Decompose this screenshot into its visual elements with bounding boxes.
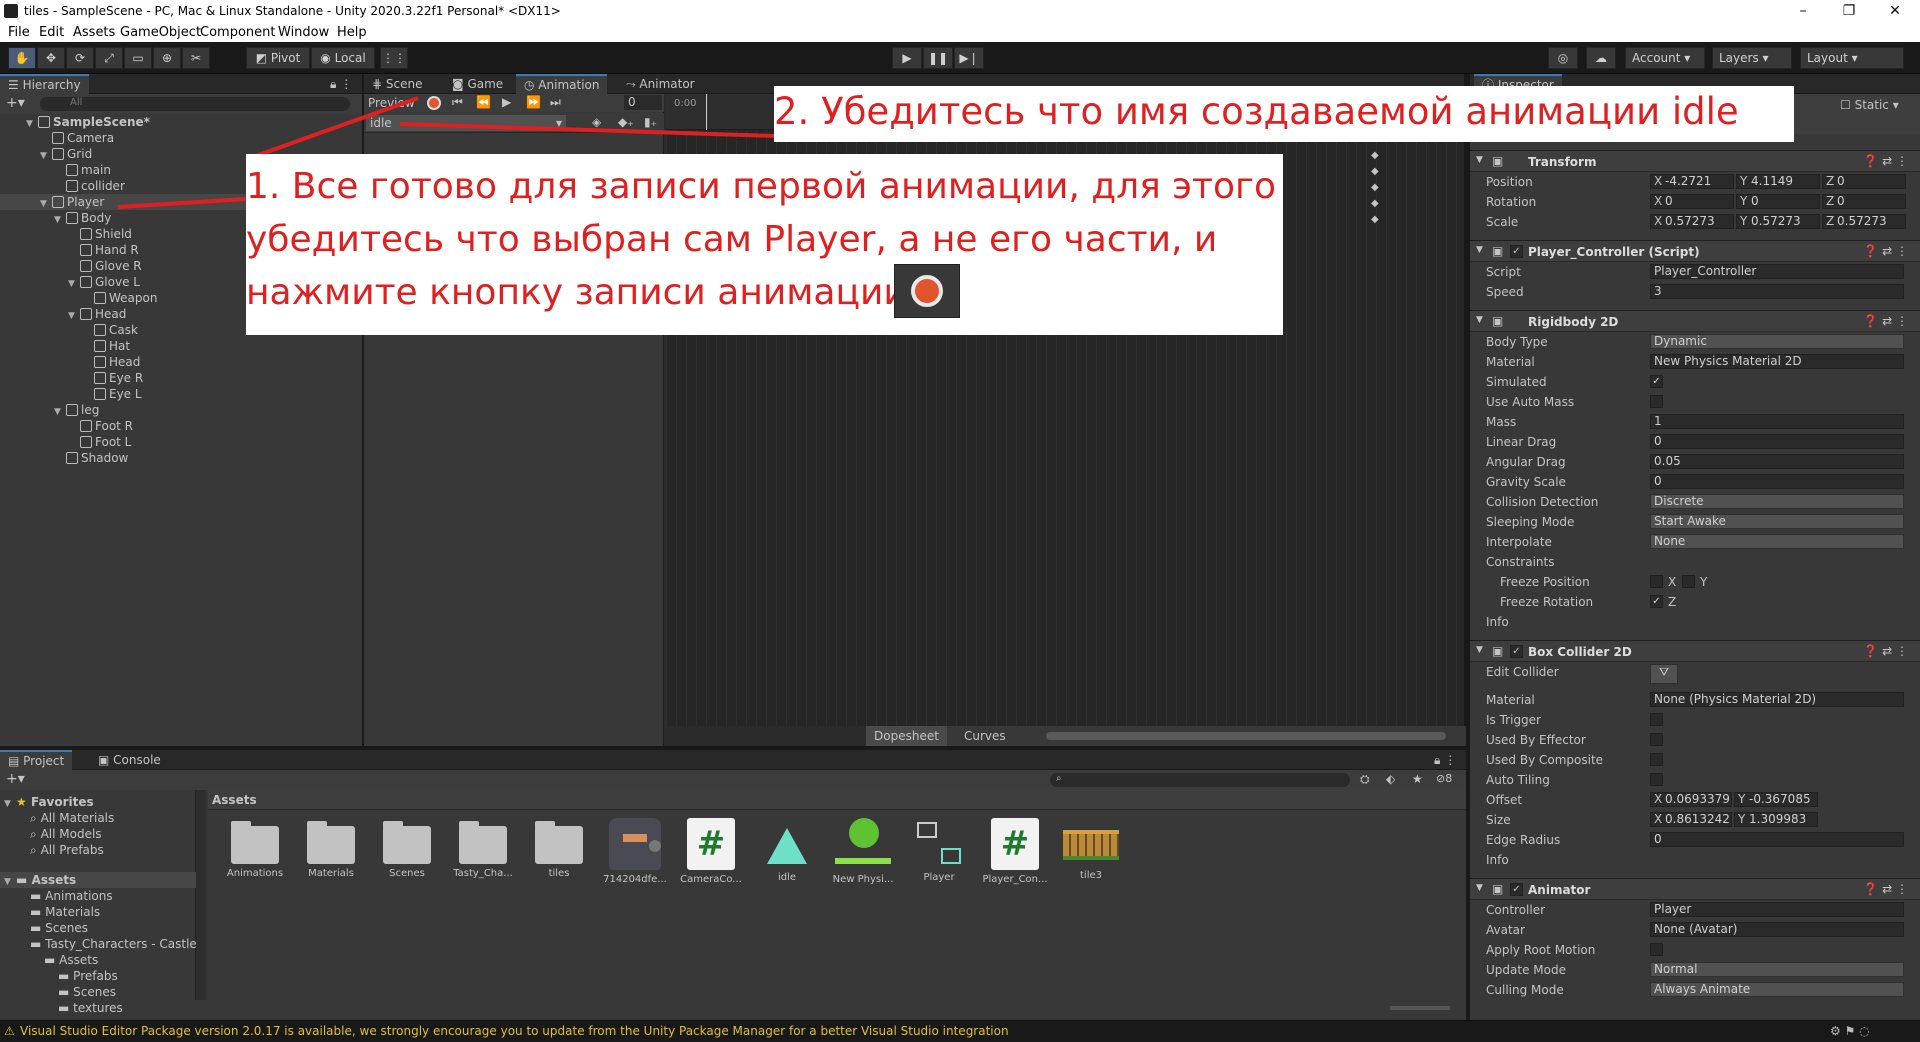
note1-line-3: нажмите кнопку записи анимации. [246, 272, 919, 313]
note1-text: 1. Все готово для записи первой анимации… [246, 160, 1276, 319]
note1-line-1: 1. Все готово для записи первой анимации… [246, 166, 1276, 207]
record-button-illustration [894, 264, 960, 318]
annotation-note-2: 2. Убедитесь что имя создаваемой анимаци… [774, 86, 1794, 142]
arrow-to-clip [399, 122, 777, 138]
annotation-note-1: 1. Все готово для записи первой анимации… [246, 154, 1283, 335]
arrow-to-player [117, 197, 247, 209]
arrow-to-record [249, 96, 419, 160]
note1-line-2: убедитесь что выбран сам Player, а не ег… [246, 219, 1218, 260]
record-icon [911, 275, 943, 307]
note2-text: 2. Убедитесь что имя создаваемой анимаци… [774, 90, 1739, 133]
